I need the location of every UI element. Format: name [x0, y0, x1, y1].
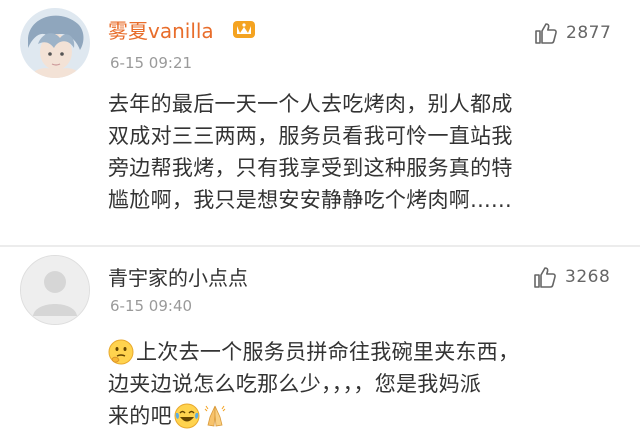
comment-text-line: 双成对三三两两，服务员看我可怜一直站我: [108, 124, 513, 148]
comment-text-line: 旁边帮我烤，只有我享受到这种服务真的特: [108, 156, 513, 180]
comment-item: 青宇家的小点点 6-15 09:40 3268 上次去一个服务员拼命往我碗里夹东…: [0, 247, 640, 448]
like-count: 2877: [566, 23, 612, 43]
username[interactable]: 青宇家的小点点: [108, 266, 248, 290]
avatar[interactable]: [20, 8, 90, 78]
comment-text: 上次去一个服务员拼命往我碗里夹东西， 边夹边说怎么吃那么少，，，，您是我妈派 来…: [108, 336, 608, 432]
comment-time: 6-15 09:21: [110, 54, 193, 72]
avatar[interactable]: [20, 255, 90, 325]
comment-text-line: 尴尬啊，我只是想安安静静吃个烤肉啊......: [108, 188, 512, 212]
comment-text-line: 去年的最后一天一个人去吃烤肉，别人都成: [108, 92, 513, 116]
thinking-emoji-icon: [108, 339, 134, 365]
vip-crown-icon: [233, 21, 255, 38]
comment-item: 雾夏vanilla 6-15 09:21 2877 去年的最后一天一个人去吃烤肉…: [0, 0, 640, 246]
comment-text-segment: 来的吧: [108, 404, 172, 428]
comment-text-line: 边夹边说怎么吃那么少，，，，您是我妈派: [108, 372, 482, 396]
comment-text-segment: 上次去一个服务员拼命往我碗里夹东西，: [136, 340, 520, 364]
comment-text: 去年的最后一天一个人去吃烤肉，别人都成 双成对三三两两，服务员看我可怜一直站我 …: [108, 88, 608, 216]
like-button[interactable]: 3268: [533, 263, 610, 291]
comment-time: 6-15 09:40: [110, 297, 193, 315]
like-count: 3268: [565, 267, 611, 287]
thumbs-up-icon: [535, 23, 557, 44]
thumbs-up-icon: [534, 267, 556, 288]
comment-text-line: 上次去一个服务员拼命往我碗里夹东西，: [108, 336, 608, 368]
like-button[interactable]: 2877: [534, 19, 611, 47]
comment-text-line: 来的吧: [108, 400, 608, 432]
pray-emoji-icon: [204, 405, 226, 427]
username[interactable]: 雾夏vanilla: [108, 19, 214, 43]
laughing-tears-emoji-icon: [174, 403, 200, 429]
